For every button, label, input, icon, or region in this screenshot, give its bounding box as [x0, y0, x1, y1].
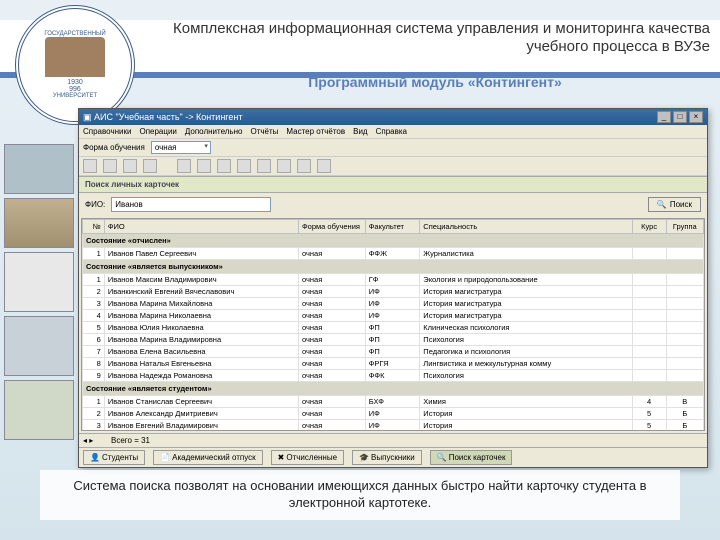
group-header[interactable]: Состояние «является выпускником» — [83, 260, 704, 274]
table-row[interactable]: 4Иванова Марина НиколаевнаочнаяИФИстория… — [83, 310, 704, 322]
page-subtitle: Программный модуль «Контингент» — [160, 74, 710, 90]
search-label: ФИО: — [85, 200, 105, 209]
toolbar-icon[interactable] — [277, 159, 291, 173]
col-num[interactable]: № — [83, 220, 105, 234]
toolbar-icon[interactable] — [317, 159, 331, 173]
menu-view[interactable]: Вид — [353, 127, 367, 136]
table-row[interactable]: 5Иванова Юлия НиколаевнаочнаяФПКлиническ… — [83, 322, 704, 334]
col-group[interactable]: Группа — [666, 220, 703, 234]
form-label: Форма обучения — [83, 143, 145, 152]
window-title: АИС "Учебная часть" -> Контингент — [94, 112, 242, 122]
group-header[interactable]: Состояние «является студентом» — [83, 382, 704, 396]
search-icon: 🔍 — [657, 200, 667, 209]
table-row[interactable]: 7Иванова Елена ВасильевнаочнаяФППедагоги… — [83, 346, 704, 358]
toolbar-icon[interactable] — [143, 159, 157, 173]
toolbar-icon[interactable] — [123, 159, 137, 173]
thumb — [4, 198, 74, 248]
form-combo[interactable]: очная — [151, 141, 211, 154]
total-label: Всего = 31 — [111, 436, 150, 445]
col-kurs[interactable]: Курс — [632, 220, 666, 234]
page-title: Комплексная информационная система управ… — [160, 20, 710, 56]
tab-graduates[interactable]: 🎓 Выпускники — [352, 450, 422, 465]
table-row[interactable]: 1Иванов Станислав СергеевичочнаяБХФХимия… — [83, 396, 704, 408]
toolbar-icon[interactable] — [297, 159, 311, 173]
thumb — [4, 252, 74, 312]
table-row[interactable]: 6Иванова Марина ВладимировнаочнаяФППсихо… — [83, 334, 704, 346]
maximize-button[interactable]: □ — [673, 111, 687, 123]
table-row[interactable]: 8Иванова Наталья ЕвгеньевнаочнаяФРГЯЛинг… — [83, 358, 704, 370]
col-form[interactable]: Форма обучения — [298, 220, 365, 234]
toolbar-icon[interactable] — [237, 159, 251, 173]
search-button[interactable]: 🔍 Поиск — [648, 197, 701, 212]
menu-ops[interactable]: Операции — [139, 127, 176, 136]
toolbar-icon[interactable] — [177, 159, 191, 173]
close-button[interactable]: × — [689, 111, 703, 123]
thumb — [4, 144, 74, 194]
col-spec[interactable]: Специальность — [420, 220, 632, 234]
table-row[interactable]: 2Иванкинский Евгений ВячеславовичочнаяИФ… — [83, 286, 704, 298]
col-fac[interactable]: Факультет — [365, 220, 420, 234]
table-row[interactable]: 1Иванов Максим ВладимировичочнаяГФЭколог… — [83, 274, 704, 286]
menu-ref[interactable]: Справочники — [83, 127, 131, 136]
app-window: ▣ АИС "Учебная часть" -> Контингент _ □ … — [78, 108, 708, 468]
toolbar-icon[interactable] — [257, 159, 271, 173]
toolbar-icon[interactable] — [83, 159, 97, 173]
tab-leave[interactable]: 📄 Академический отпуск — [153, 450, 262, 465]
table-row[interactable]: 2Иванов Александр ДмитриевичочнаяИФИстор… — [83, 408, 704, 420]
results-grid[interactable]: № ФИО Форма обучения Факультет Специальн… — [81, 218, 705, 431]
window-titlebar[interactable]: ▣ АИС "Учебная часть" -> Контингент _ □ … — [79, 109, 707, 125]
table-row[interactable]: 3Иванов Евгений ВладимировичочнаяИФИстор… — [83, 420, 704, 432]
menu-extra[interactable]: Дополнительно — [185, 127, 243, 136]
thumb — [4, 316, 74, 376]
menu-report-master[interactable]: Мастер отчётов — [286, 127, 345, 136]
tab-students[interactable]: 👤 Студенты — [83, 450, 145, 465]
bottom-tabs: 👤 Студенты 📄 Академический отпуск ✖ Отчи… — [79, 447, 707, 467]
minimize-button[interactable]: _ — [657, 111, 671, 123]
search-input[interactable] — [111, 197, 271, 212]
table-row[interactable]: 9Иванова Надежда РомановнаочнаяФФКПсихол… — [83, 370, 704, 382]
app-icon: ▣ — [83, 112, 92, 123]
menubar: Справочники Операции Дополнительно Отчёт… — [79, 125, 707, 139]
table-row[interactable]: 3Иванова Марина МихайловнаочнаяИФИстория… — [83, 298, 704, 310]
table-row[interactable]: 1Иванов Павел СергеевичочнаяФФЖЖурналист… — [83, 248, 704, 260]
toolbar-icon[interactable] — [197, 159, 211, 173]
col-fio[interactable]: ФИО — [104, 220, 298, 234]
university-logo: ГОСУДАРСТВЕННЫЙ 1930996 УНИВЕРСИТЕТ — [15, 5, 135, 125]
icon-toolbar — [79, 157, 707, 176]
toolbar-icon[interactable] — [103, 159, 117, 173]
menu-reports[interactable]: Отчёты — [250, 127, 278, 136]
search-row: ФИО: 🔍 Поиск — [79, 193, 707, 216]
search-panel-title: Поиск личных карточек — [79, 176, 707, 193]
filter-toolbar: Форма обучения очная — [79, 139, 707, 157]
toolbar-icon[interactable] — [217, 159, 231, 173]
tab-search[interactable]: 🔍 Поиск карточек — [430, 450, 513, 465]
group-header[interactable]: Состояние «отчислен» — [83, 234, 704, 248]
thumbnail-strip — [0, 140, 75, 444]
tab-expelled[interactable]: ✖ Отчисленные — [271, 450, 344, 465]
thumb — [4, 380, 74, 440]
menu-help[interactable]: Справка — [376, 127, 407, 136]
slide-caption: Система поиска позволят на основании име… — [40, 470, 680, 520]
grid-footer: ◂ ▸ Всего = 31 — [79, 433, 707, 447]
